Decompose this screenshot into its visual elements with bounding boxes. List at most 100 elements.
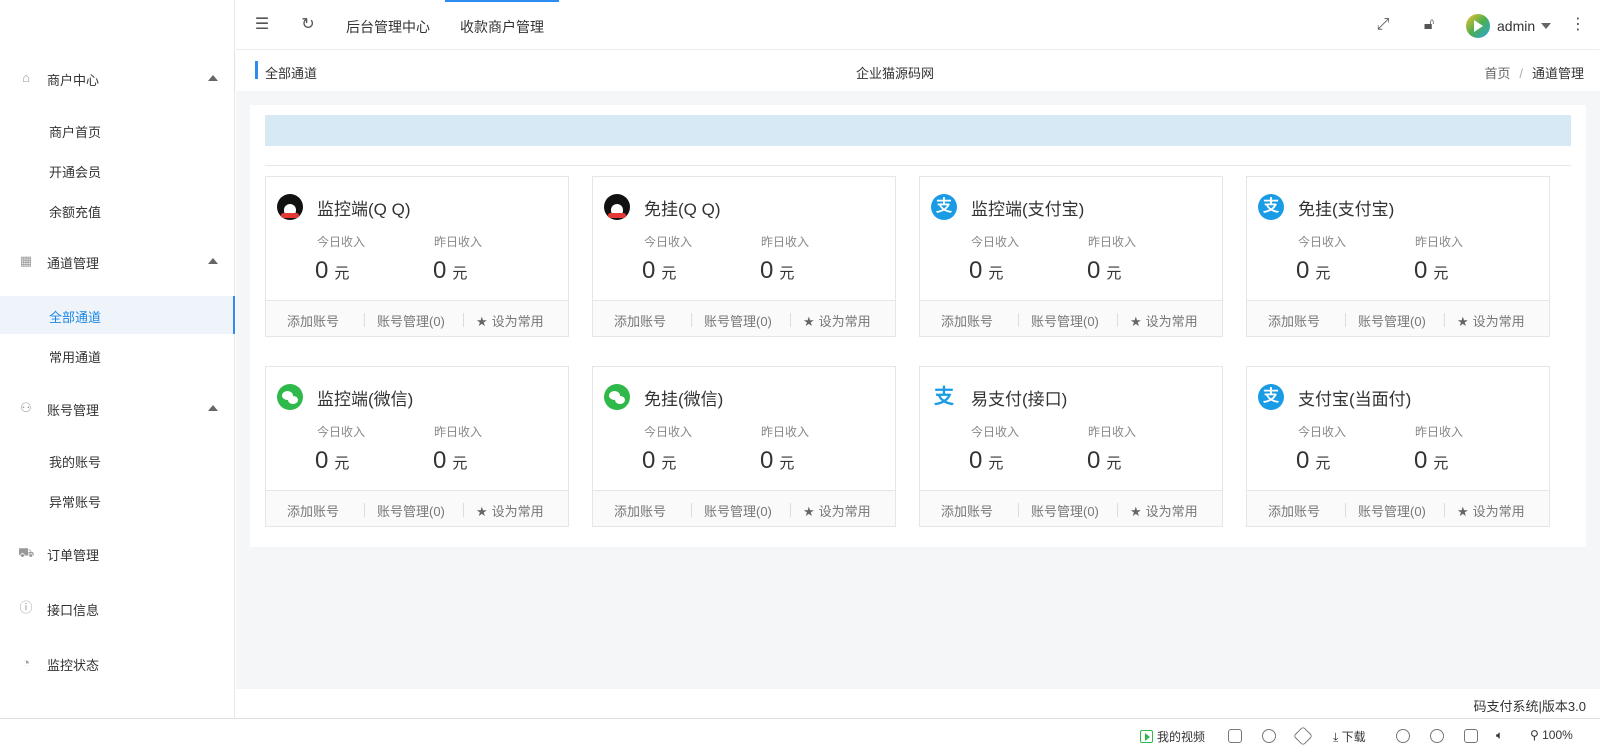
today-income-label: 今日收入 — [1298, 235, 1347, 249]
today-income-label: 今日收入 — [317, 425, 366, 439]
alipay-icon: 支 — [1258, 384, 1284, 410]
sidebar-item-abnormal-accounts[interactable]: 异常账号 — [0, 481, 235, 519]
today-income-amount: 0 — [1296, 447, 1310, 474]
account-management-button[interactable]: 账号管理(0) — [377, 311, 445, 330]
incognito-icon[interactable] — [1396, 729, 1410, 743]
chevron-down-icon[interactable] — [1541, 23, 1551, 29]
zoom-control[interactable]: ⚲ 100% — [1530, 728, 1573, 742]
today-income-amount: 0 — [969, 447, 983, 474]
account-management-button[interactable]: 账号管理(0) — [377, 501, 445, 520]
set-favorite-button[interactable]: ★ 设为常用 — [1457, 501, 1525, 520]
tab-merchant-management[interactable]: 收款商户管理 — [460, 17, 544, 37]
set-favorite-label: 设为常用 — [1472, 504, 1525, 519]
divider — [691, 313, 692, 327]
set-favorite-label: 设为常用 — [1145, 314, 1198, 329]
volume-icon[interactable]: 🔈︎ — [1496, 728, 1503, 743]
account-management-button[interactable]: 账号管理(0) — [1358, 311, 1426, 330]
currency-unit: 元 — [452, 265, 468, 282]
divider — [1345, 503, 1346, 517]
lock-icon[interactable]: 🔓︎ — [1419, 15, 1439, 35]
channel-card: 监控端(Q Q) 今日收入 昨日收入 0元 0元 添加账号 账号管理(0) ★ 设… — [265, 176, 569, 337]
yesterday-income-value: 0元 — [1414, 257, 1448, 285]
add-account-button[interactable]: 添加账号 — [941, 311, 993, 330]
today-income-value: 0元 — [1296, 447, 1330, 475]
today-income-value: 0元 — [315, 447, 349, 475]
my-video-button[interactable]: 我的视频 — [1140, 728, 1205, 745]
divider — [790, 503, 791, 517]
account-management-button[interactable]: 账号管理(0) — [1031, 311, 1099, 330]
currency-unit: 元 — [988, 265, 1004, 282]
sidebar-item-label: 全部通道 — [49, 310, 102, 325]
add-account-button[interactable]: 添加账号 — [287, 501, 339, 520]
channel-card: 支 支付宝(当面付) 今日收入 昨日收入 0元 0元 添加账号 账号管理(0) … — [1246, 366, 1550, 527]
divider — [691, 503, 692, 517]
account-management-button[interactable]: 账号管理(0) — [1358, 501, 1426, 520]
tab-admin-center[interactable]: 后台管理中心 — [346, 17, 430, 37]
heart-icon[interactable] — [1262, 729, 1276, 743]
sidebar-item-merchant-home[interactable]: 商户首页 — [0, 111, 235, 149]
sidebar-group-merchant-center[interactable]: ⌂ 商户中心 — [0, 58, 235, 98]
today-income-value: 0元 — [642, 257, 676, 285]
window-icon[interactable] — [1464, 729, 1478, 743]
title-marker — [255, 61, 258, 79]
channel-title: 监控端(微信) — [317, 390, 414, 409]
account-management-button[interactable]: 账号管理(0) — [704, 311, 772, 330]
alipay-icon: 支 — [931, 194, 957, 220]
sidebar-item-api-info[interactable]: ⓘ 接口信息 — [0, 588, 235, 628]
currency-unit: 元 — [1315, 455, 1331, 472]
today-income-label: 今日收入 — [644, 235, 693, 249]
download-button[interactable]: ⤓ 下载 — [1333, 728, 1366, 745]
browser-status-bar: 我的视频 ⤓ 下载 🔈︎ ⚲ 100% — [0, 718, 1600, 754]
account-management-button[interactable]: 账号管理(0) — [1031, 501, 1099, 520]
qq-icon — [604, 194, 630, 220]
image-icon[interactable] — [1228, 729, 1242, 743]
sidebar-item-my-accounts[interactable]: 我的账号 — [0, 441, 235, 479]
sidebar-group-channel-management[interactable]: ▦ 通道管理 — [0, 241, 235, 281]
add-account-button[interactable]: 添加账号 — [941, 501, 993, 520]
set-favorite-button[interactable]: ★ 设为常用 — [1130, 311, 1198, 330]
yesterday-income-value: 0元 — [760, 257, 794, 285]
today-income-value: 0元 — [969, 447, 1003, 475]
yesterday-income-label: 昨日收入 — [434, 425, 483, 439]
star-icon: ★ — [1130, 314, 1142, 329]
sidebar-item-all-channels[interactable]: 全部通道 — [0, 296, 235, 334]
refresh-icon[interactable]: ↻ — [298, 15, 318, 35]
star-icon: ★ — [1130, 504, 1142, 519]
divider — [364, 503, 365, 517]
breadcrumb-home-link[interactable]: 首页 — [1484, 66, 1510, 81]
rocket-icon[interactable] — [1293, 726, 1313, 746]
add-account-button[interactable]: 添加账号 — [614, 501, 666, 520]
video-icon — [1140, 730, 1153, 743]
sidebar-item-balance-recharge[interactable]: 余额充值 — [0, 191, 235, 229]
channel-title: 监控端(支付宝) — [971, 200, 1085, 219]
menu-toggle-icon[interactable]: ☰ — [252, 15, 272, 35]
add-account-button[interactable]: 添加账号 — [1268, 501, 1320, 520]
breadcrumb: 首页 / 通道管理 — [1484, 63, 1584, 82]
set-favorite-button[interactable]: ★ 设为常用 — [1457, 311, 1525, 330]
avatar[interactable] — [1466, 14, 1490, 38]
sidebar-group-account-management[interactable]: ⚇ 账号管理 — [0, 388, 235, 428]
channel-title: 免挂(微信) — [644, 390, 724, 409]
set-favorite-button[interactable]: ★ 设为常用 — [803, 311, 871, 330]
sidebar-item-monitor-status[interactable]: ◔ 监控状态 — [0, 643, 235, 683]
yesterday-income-label: 昨日收入 — [1088, 425, 1137, 439]
set-favorite-button[interactable]: ★ 设为常用 — [476, 311, 544, 330]
set-favorite-button[interactable]: ★ 设为常用 — [1130, 501, 1198, 520]
add-account-button[interactable]: 添加账号 — [614, 311, 666, 330]
sidebar-item-common-channels[interactable]: 常用通道 — [0, 336, 235, 374]
set-favorite-button[interactable]: ★ 设为常用 — [476, 501, 544, 520]
translate-icon[interactable] — [1430, 729, 1444, 743]
play-icon — [1474, 20, 1483, 32]
fullscreen-icon[interactable]: ⤢ — [1373, 15, 1393, 35]
account-management-button[interactable]: 账号管理(0) — [704, 501, 772, 520]
add-account-button[interactable]: 添加账号 — [1268, 311, 1320, 330]
more-vertical-icon[interactable]: ⋮ — [1568, 15, 1588, 35]
star-icon: ★ — [1457, 504, 1469, 519]
divider — [1018, 313, 1019, 327]
sidebar-item-orders[interactable]: ⛟ 订单管理 — [0, 533, 235, 573]
add-account-button[interactable]: 添加账号 — [287, 311, 339, 330]
yesterday-income-amount: 0 — [1414, 257, 1428, 284]
sidebar-item-open-membership[interactable]: 开通会员 — [0, 151, 235, 189]
user-name[interactable]: admin — [1497, 18, 1535, 34]
set-favorite-button[interactable]: ★ 设为常用 — [803, 501, 871, 520]
